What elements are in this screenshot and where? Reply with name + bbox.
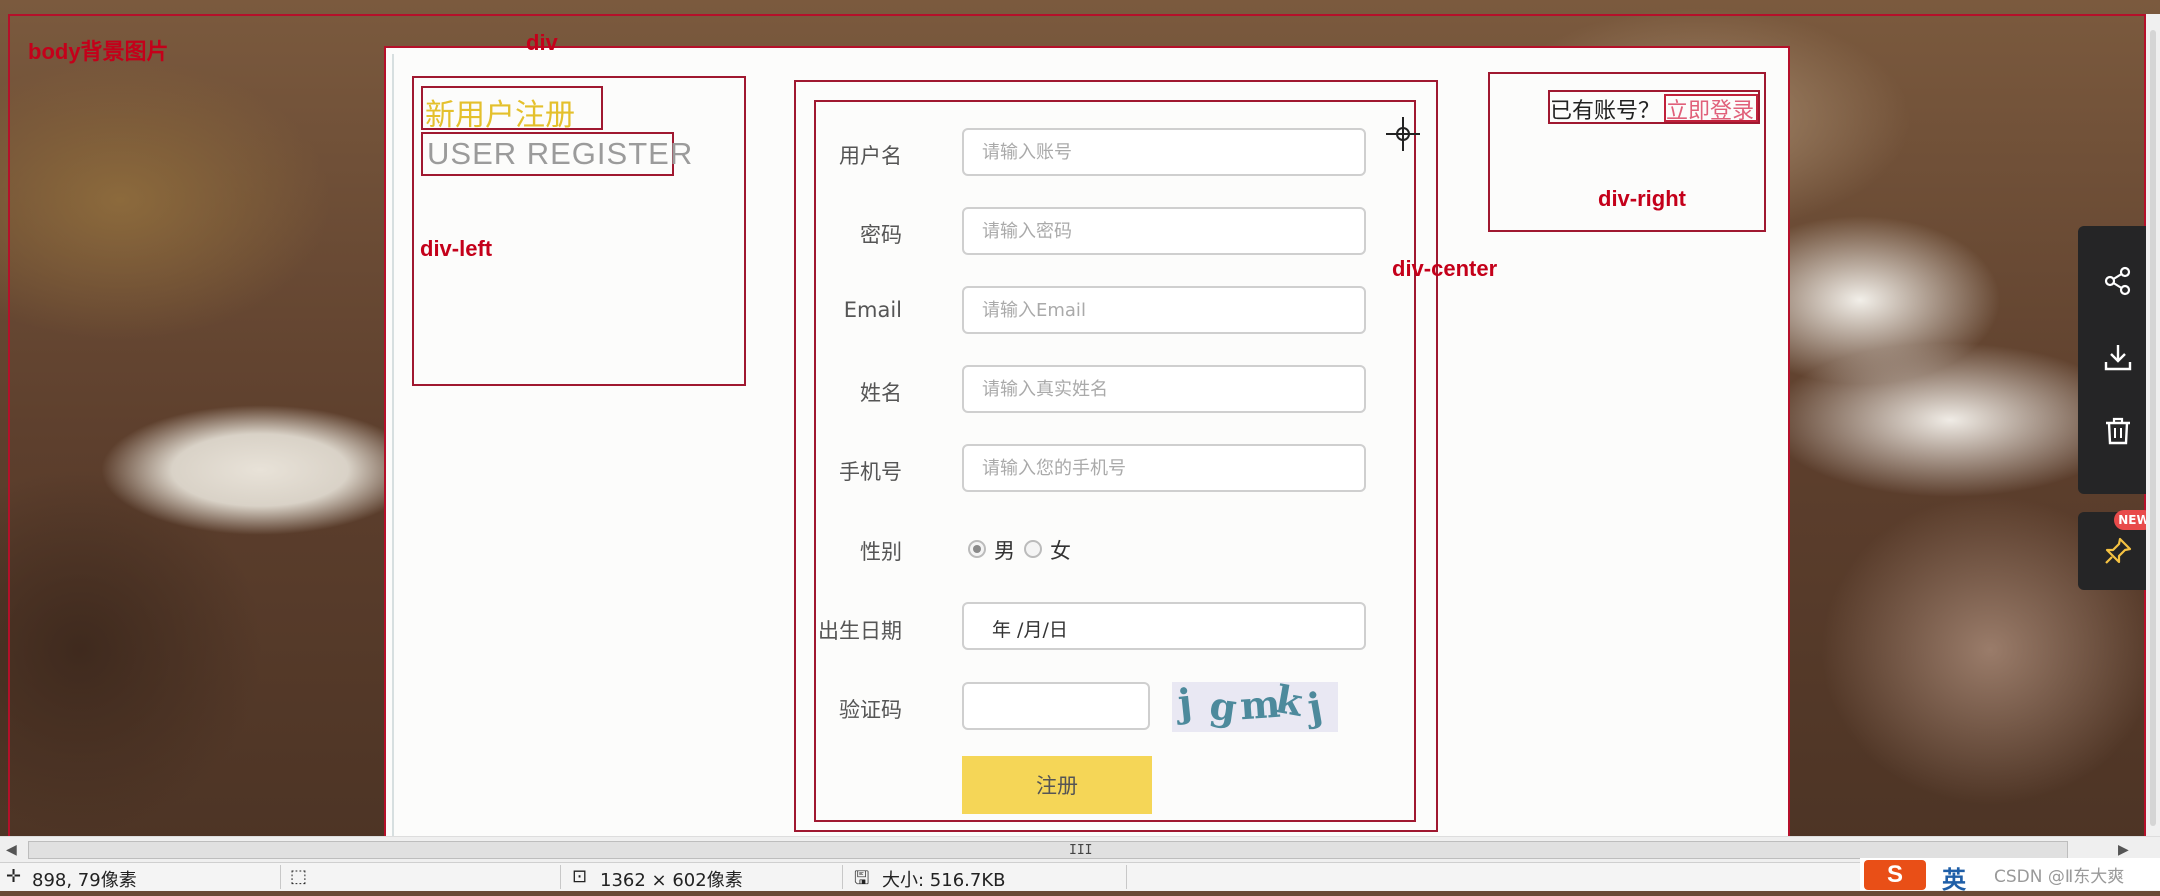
file-size-icon: 🖫 <box>854 868 870 889</box>
email-input[interactable] <box>962 286 1366 334</box>
gender-radio-female[interactable] <box>1024 540 1042 558</box>
cursor-position-icon: ✛ <box>6 866 22 887</box>
phone-input[interactable] <box>962 444 1366 492</box>
label-captcha: 验证码 <box>839 698 902 722</box>
status-separator <box>560 865 561 889</box>
annotation-body-bg: body背景图片 <box>28 39 169 64</box>
password-input[interactable] <box>962 207 1366 255</box>
vertical-scrollbar-thumb[interactable] <box>2150 30 2156 826</box>
scrollbar-grip: III <box>1069 843 1093 858</box>
register-button[interactable]: 注册 <box>962 756 1152 814</box>
login-link[interactable]: 立即登录 <box>1666 93 1754 125</box>
captcha-image[interactable]: j g m k j <box>1172 682 1338 732</box>
title-user-register: USER REGISTER <box>427 136 694 171</box>
floating-toolbox <box>2078 226 2156 494</box>
status-bar: ✛ 898, 79像素 ⬚ ⊡ 1362 × 602像素 🖫 大小: 516.7… <box>0 862 2160 891</box>
annotation-div: div <box>526 30 558 55</box>
captcha-char: g <box>1206 682 1240 731</box>
gender-label-male: 男 <box>994 539 1015 563</box>
sogou-ime-logo: S <box>1864 860 1926 890</box>
label-email: Email <box>843 298 902 322</box>
username-input[interactable] <box>962 128 1366 176</box>
trash-icon[interactable] <box>2103 416 2133 446</box>
horizontal-scrollbar[interactable]: ◀ III ▶ <box>0 836 2160 863</box>
csdn-watermark: CSDN @Ⅱ东大爽 <box>1994 867 2125 887</box>
gender-radio-male[interactable] <box>968 540 986 558</box>
has-account-text: 已有账号？ <box>1550 99 1661 124</box>
annotation-div-right: div-right <box>1598 186 1686 211</box>
label-phone: 手机号 <box>839 460 902 484</box>
image-size: 1362 × 602像素 <box>600 870 743 891</box>
captcha-char: k <box>1272 682 1307 725</box>
captcha-input[interactable] <box>962 682 1150 730</box>
share-icon[interactable] <box>2103 266 2133 296</box>
captcha-char: j <box>1175 682 1195 726</box>
label-realname: 姓名 <box>860 381 902 405</box>
crosshair-cursor-icon <box>1386 117 1420 151</box>
label-gender: 性别 <box>860 540 902 564</box>
pin-icon[interactable] <box>2103 536 2133 566</box>
captcha-char: j <box>1304 683 1326 730</box>
annotation-div-left: div-left <box>420 236 493 261</box>
label-password: 密码 <box>860 223 902 247</box>
status-separator <box>1126 865 1127 889</box>
title-new-user-register: 新用户注册 <box>425 98 575 133</box>
image-size-icon: ⊡ <box>572 866 588 887</box>
status-separator <box>280 865 281 889</box>
download-icon[interactable] <box>2103 342 2133 372</box>
birthday-date-text: 年 /月/日 <box>992 619 1068 641</box>
label-birthday: 出生日期 <box>818 619 902 643</box>
gender-label-female: 女 <box>1050 539 1071 563</box>
file-size: 大小: 516.7KB <box>882 870 1006 891</box>
label-username: 用户名 <box>839 144 902 168</box>
selection-icon: ⬚ <box>290 866 308 887</box>
status-separator <box>842 865 843 889</box>
scroll-left-arrow-icon[interactable]: ◀ <box>6 842 17 858</box>
realname-input[interactable] <box>962 365 1366 413</box>
cursor-position: 898, 79像素 <box>32 870 137 891</box>
scroll-right-arrow-icon[interactable]: ▶ <box>2118 842 2129 858</box>
horizontal-scrollbar-thumb[interactable]: III <box>28 841 2068 859</box>
annotation-div-center: div-center <box>1392 256 1498 281</box>
birthday-date-input[interactable]: 年 /月/日 <box>962 602 1366 650</box>
